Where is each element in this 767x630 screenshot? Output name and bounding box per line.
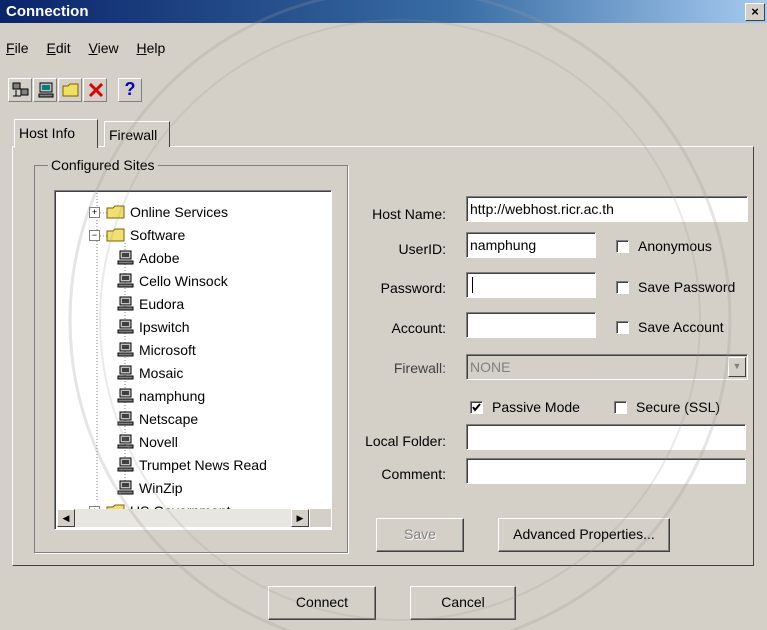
text-caret	[472, 277, 473, 293]
host-name-label: Host Name:	[372, 206, 446, 222]
secure-ssl-label: Secure (SSL)	[636, 399, 721, 415]
password-label: Password:	[380, 280, 446, 296]
firewall-select-value: NONE	[470, 359, 511, 375]
tree-item[interactable]: − Software	[89, 226, 185, 243]
folder-icon	[106, 205, 125, 219]
passive-mode-label: Passive Mode	[492, 399, 580, 415]
host-computer-icon	[117, 457, 134, 472]
tree-item-label: Netscape	[139, 411, 199, 428]
tree-item-label: Mosaic	[139, 365, 184, 382]
account-input[interactable]	[466, 312, 596, 338]
menu-bar: File Edit View Help	[0, 40, 173, 62]
tab-firewall[interactable]: Firewall	[104, 121, 170, 147]
scroll-corner	[310, 509, 331, 527]
menu-file[interactable]: File	[6, 40, 29, 56]
folder-icon	[62, 83, 79, 97]
menu-help[interactable]: Help	[137, 40, 166, 56]
save-account-checkbox[interactable]	[616, 321, 629, 334]
help-icon[interactable]: ?	[118, 78, 142, 102]
advanced-properties-button[interactable]: Advanced Properties...	[498, 518, 670, 552]
secure-ssl-checkbox[interactable]	[614, 401, 627, 414]
host-computer-icon	[117, 342, 134, 357]
sites-tree[interactable]: + Online Services − Software Adobe Cello Wins…	[54, 190, 332, 530]
tree-expander-icon[interactable]: +	[89, 206, 100, 218]
tree-item-label: Software	[130, 227, 186, 244]
tree-item-label: Eudora	[139, 296, 185, 313]
tree-item[interactable]: Mosaic	[117, 364, 183, 381]
host-computer-icon	[117, 480, 134, 495]
tree-item-label: Ipswitch	[139, 319, 190, 336]
host-computer-icon	[117, 411, 134, 426]
passive-mode-checkbox[interactable]	[470, 401, 483, 414]
account-label: Account:	[391, 320, 446, 336]
tree-horizontal-scrollbar[interactable]: ◀ ▶	[57, 509, 309, 527]
tree-expander-icon[interactable]: −	[89, 229, 100, 241]
local-folder-input[interactable]	[466, 424, 746, 450]
host-computer-icon	[117, 296, 134, 311]
host-computer-icon	[117, 388, 134, 403]
tree-item[interactable]: Cello Winsock	[117, 272, 228, 289]
tree-item-label: Microsoft	[139, 342, 196, 359]
tree-item[interactable]: Eudora	[117, 295, 184, 312]
save-password-label: Save Password	[638, 279, 736, 295]
host-name-input[interactable]: http://webhost.ricr.ac.th	[466, 196, 748, 222]
save-account-label: Save Account	[638, 319, 724, 335]
menu-edit[interactable]: Edit	[46, 40, 70, 56]
tree-item-label: Trumpet News Read	[139, 457, 267, 474]
tree-item[interactable]: Ipswitch	[117, 318, 190, 335]
close-button[interactable]: ×	[745, 3, 765, 21]
tree-item[interactable]: Netscape	[117, 410, 198, 427]
connect-icon	[12, 82, 29, 97]
local-folder-label: Local Folder:	[365, 433, 446, 449]
host-icon	[38, 82, 54, 98]
tab-host-info[interactable]: Host Info	[14, 119, 98, 148]
firewall-select[interactable]: NONE	[466, 354, 748, 380]
save-password-checkbox[interactable]	[616, 281, 629, 294]
comment-input[interactable]	[466, 458, 746, 484]
tree-item[interactable]: Adobe	[117, 249, 179, 266]
userid-input[interactable]: namphung	[466, 232, 596, 258]
checkmark-icon	[472, 403, 481, 412]
scroll-right-button[interactable]: ▶	[291, 509, 309, 527]
configured-sites-legend: Configured Sites	[48, 157, 158, 173]
delete-icon	[88, 82, 104, 98]
userid-label: UserID:	[398, 241, 446, 257]
tree-item[interactable]: Trumpet News Read	[117, 456, 267, 473]
anonymous-label: Anonymous	[638, 238, 712, 254]
host-computer-icon	[117, 365, 134, 380]
password-input[interactable]	[466, 272, 596, 298]
connect-button[interactable]: Connect	[268, 586, 376, 620]
tree-item-label: Cello Winsock	[139, 273, 228, 290]
save-button[interactable]: Save	[376, 518, 464, 552]
host-computer-icon	[117, 250, 134, 265]
tree-item[interactable]: WinZip	[117, 479, 183, 496]
tree-item-label: Novell	[139, 434, 178, 451]
connect-tool-button[interactable]	[8, 78, 32, 102]
host-computer-icon	[117, 434, 134, 449]
tree-item-label: namphung	[139, 388, 206, 405]
folder-icon	[106, 228, 125, 242]
tree-item[interactable]: namphung	[117, 387, 205, 404]
menu-view[interactable]: View	[89, 40, 119, 56]
title-bar: Connection ×	[0, 0, 767, 23]
comment-label: Comment:	[381, 466, 446, 482]
host-computer-icon	[117, 273, 134, 288]
tree-item-label: Online Services	[130, 204, 229, 221]
tree-item[interactable]: + Online Services	[89, 203, 228, 220]
host-tool-button[interactable]	[33, 78, 57, 102]
tree-item[interactable]: Novell	[117, 433, 178, 450]
tree-item-label: WinZip	[139, 480, 183, 497]
tree-item-label: Adobe	[139, 250, 180, 267]
folder-tool-button[interactable]	[58, 78, 82, 102]
host-computer-icon	[117, 319, 134, 334]
scroll-left-button[interactable]: ◀	[57, 509, 75, 527]
cancel-button[interactable]: Cancel	[410, 586, 516, 620]
firewall-dropdown-button[interactable]: ▼	[728, 357, 746, 377]
delete-tool-button[interactable]	[83, 78, 107, 102]
firewall-label: Firewall:	[393, 360, 446, 376]
window-title: Connection	[6, 3, 89, 20]
tree-item[interactable]: Microsoft	[117, 341, 196, 358]
anonymous-checkbox[interactable]	[616, 240, 629, 253]
